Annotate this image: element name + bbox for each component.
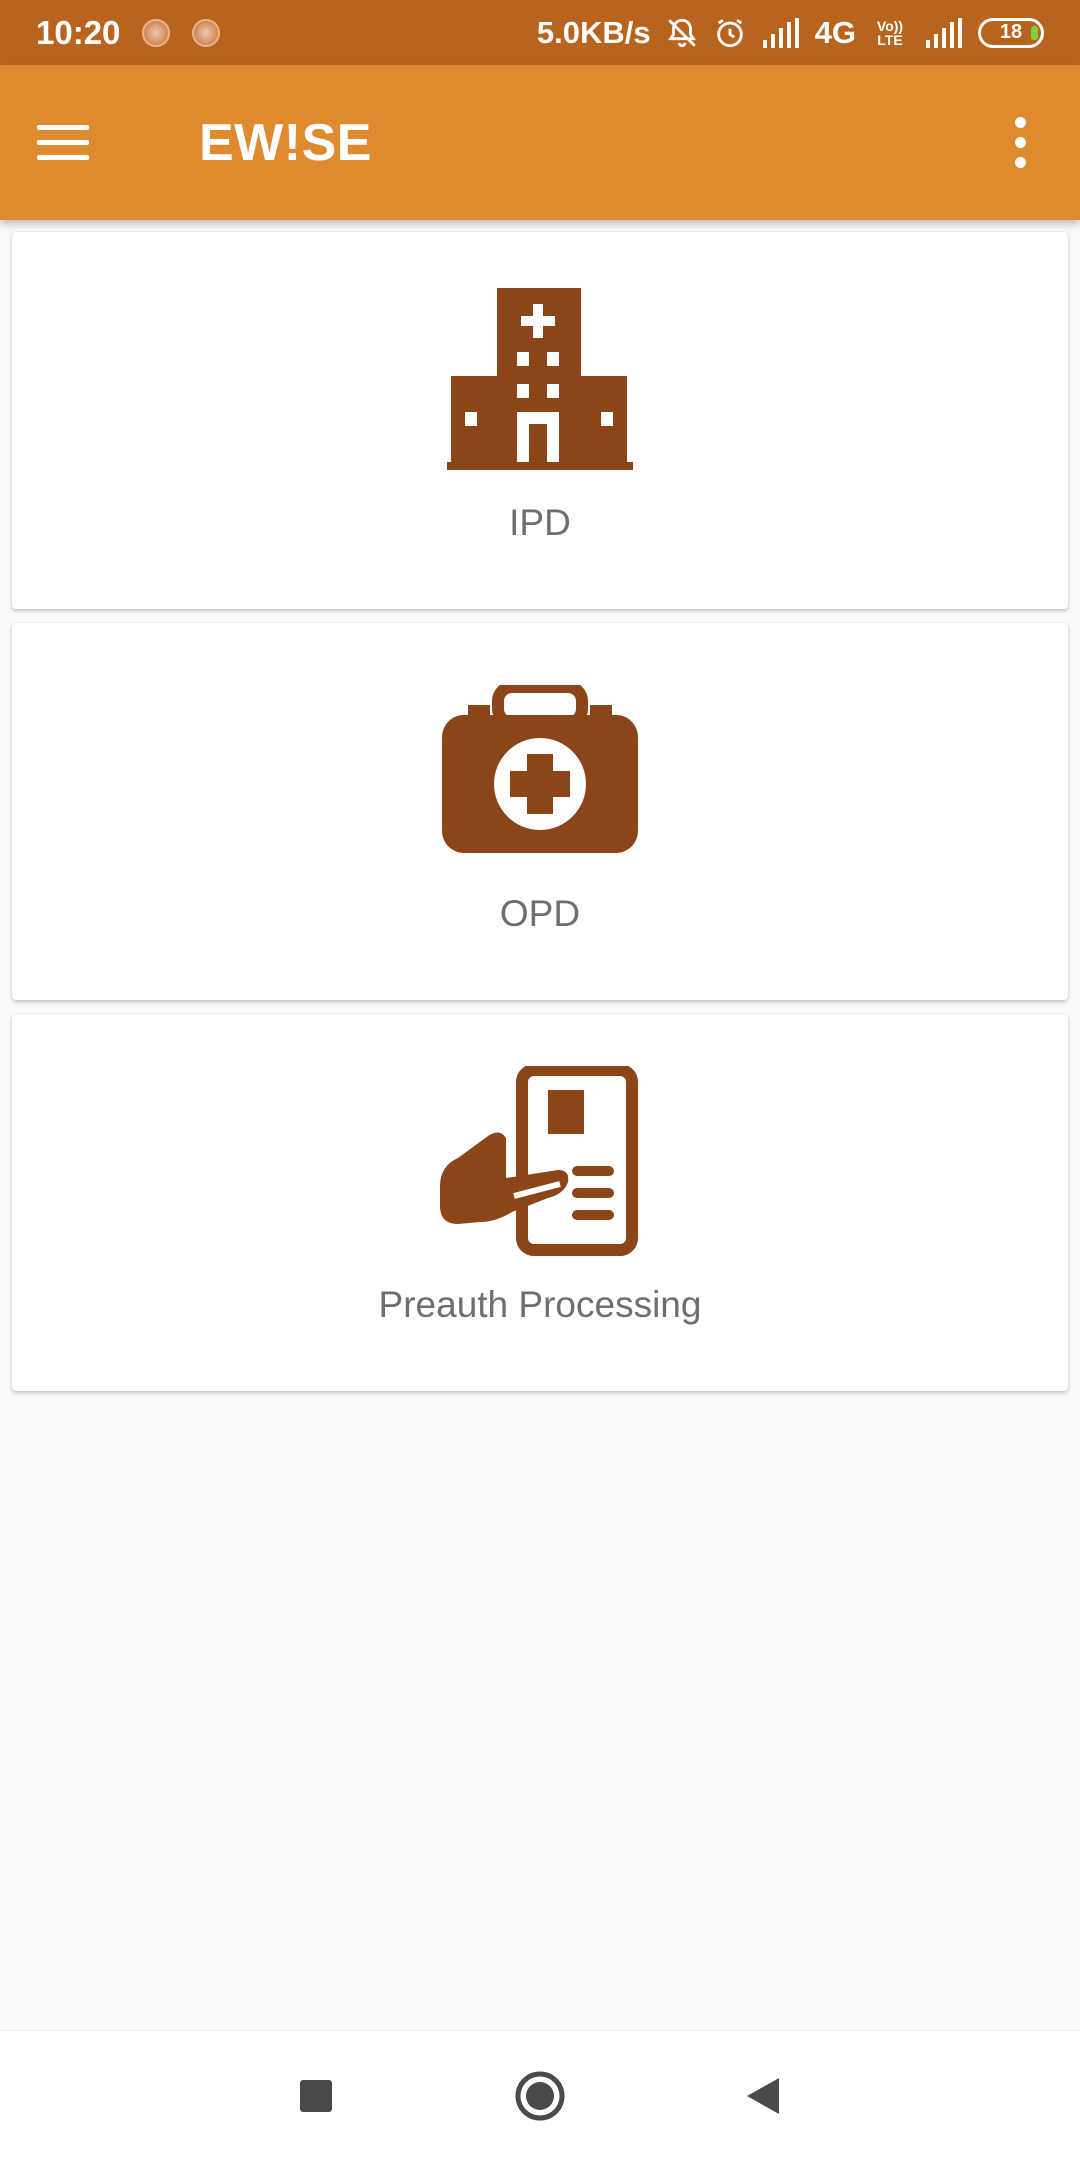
battery-icon: 18	[978, 17, 1044, 48]
app-bar: EW!SE	[0, 65, 1080, 220]
mute-bell-icon	[665, 16, 699, 50]
volte-icon: Vo)) LTE	[876, 17, 904, 48]
card-label: Preauth Processing	[378, 1284, 702, 1325]
hand-document-icon	[440, 1066, 640, 1256]
card-label: IPD	[509, 502, 571, 543]
circle-home-icon[interactable]	[505, 2061, 575, 2131]
card-preauth-processing[interactable]: Preauth Processing	[12, 1014, 1068, 1391]
status-bar: 10:20 5.0KB/s 4G Vo)) LTE 18	[0, 0, 1080, 65]
card-label: OPD	[499, 893, 581, 934]
signal-icon	[924, 17, 964, 48]
triangle-back-icon[interactable]	[728, 2061, 798, 2131]
status-time: 10:20	[36, 13, 121, 51]
alarm-icon	[713, 16, 747, 50]
status-right: 5.0KB/s 4G Vo)) LTE 18	[537, 15, 1044, 51]
square-recent-icon[interactable]	[281, 2061, 351, 2131]
system-nav-bar	[0, 2030, 1080, 2160]
hamburger-menu-icon[interactable]	[37, 103, 117, 183]
app-title: EW!SE	[199, 113, 372, 172]
card-ipd[interactable]: IPD	[12, 232, 1068, 609]
network-type: 4G	[814, 14, 856, 50]
hospital-building-icon	[440, 284, 640, 474]
battery-level: 18	[999, 21, 1023, 43]
net-speed: 5.0KB/s	[536, 14, 651, 50]
medical-kit-icon	[440, 675, 640, 865]
notification-dot-icon	[142, 18, 171, 47]
card-opd[interactable]: OPD	[12, 623, 1068, 1000]
status-left: 10:20	[36, 13, 221, 52]
more-vert-icon[interactable]	[1000, 103, 1040, 183]
signal-icon	[761, 17, 801, 48]
notification-dot-icon	[192, 18, 221, 47]
